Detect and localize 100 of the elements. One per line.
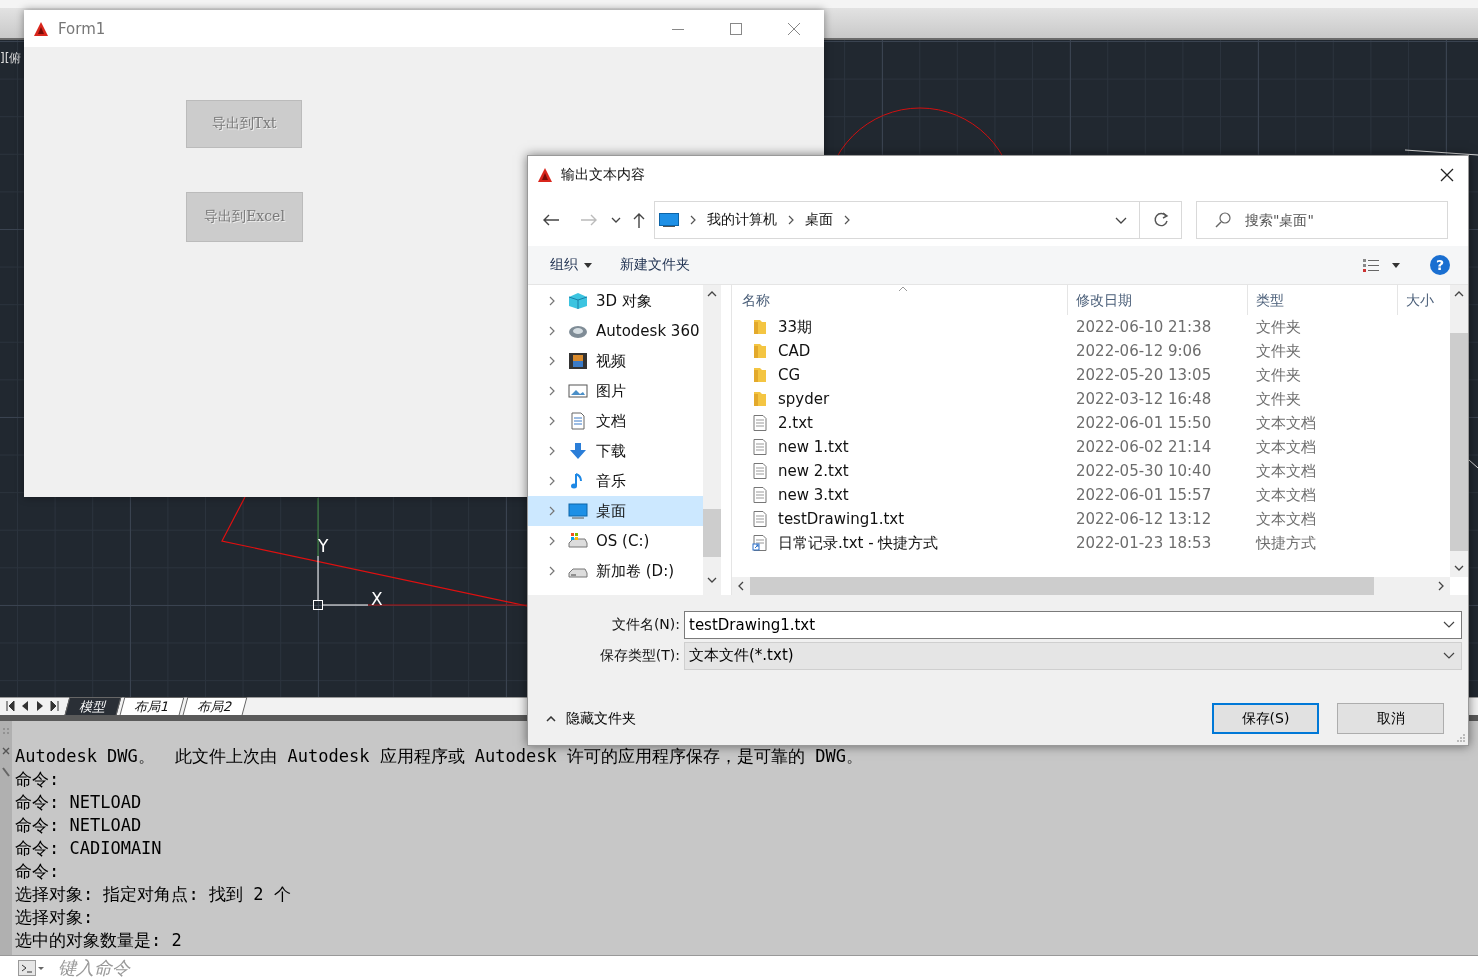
text-file-icon	[752, 439, 768, 455]
file-row[interactable]: 33期 2022-06-10 21:38 文件夹	[732, 315, 1450, 339]
ucs-icon	[313, 497, 369, 610]
layout-tab[interactable]: 布局2	[182, 697, 248, 716]
file-type: 文本文档	[1255, 461, 1317, 481]
film-icon	[568, 352, 588, 370]
caret-icon[interactable]	[1392, 262, 1400, 268]
monitor-icon	[659, 213, 679, 227]
new-folder-button[interactable]: 新建文件夹	[612, 252, 698, 278]
search-input[interactable]: 搜索"桌面"	[1245, 212, 1385, 228]
hide-folders-button[interactable]: 隐藏文件夹	[540, 708, 642, 729]
viewport-label[interactable]: ][俯	[0, 49, 22, 67]
file-date: 2022-01-23 18:53	[1075, 534, 1213, 552]
refresh-button[interactable]	[1140, 201, 1182, 239]
file-row[interactable]: CG 2022-05-20 13:05 文件夹	[732, 363, 1450, 387]
close-icon[interactable]	[1440, 168, 1454, 182]
file-name-field[interactable]: testDrawing1.txt	[684, 610, 1462, 639]
column-header[interactable]: 大小	[1398, 285, 1450, 315]
organize-button[interactable]: 组织	[542, 252, 600, 278]
maximize-icon[interactable]	[730, 22, 742, 35]
file-date: 2022-06-02 21:14	[1075, 438, 1213, 456]
column-header[interactable]: 名称	[732, 285, 1068, 315]
tree-item[interactable]: 3D 对象	[528, 286, 703, 316]
folder-icon	[752, 367, 768, 383]
shortcut-icon	[752, 535, 768, 551]
drive-icon	[568, 532, 588, 550]
scroll-down-icon	[707, 577, 717, 583]
list-view-icon[interactable]	[1362, 257, 1380, 273]
file-row[interactable]: new 3.txt 2022-06-01 15:57 文本文档	[732, 483, 1450, 507]
file-name: 2.txt	[778, 414, 813, 432]
file-row[interactable]: CAD 2022-06-12 9:06 文件夹	[732, 339, 1450, 363]
file-name: 33期	[778, 317, 813, 337]
caret-icon[interactable]	[611, 217, 621, 223]
file-type: 文件夹	[1255, 389, 1302, 409]
expand-chevron-icon	[548, 386, 556, 396]
scroll-left-icon	[738, 581, 744, 591]
command-prompt-icon[interactable]	[18, 959, 44, 976]
command-history-line: 命令: NETLOAD	[15, 791, 143, 815]
last-page-icon[interactable]	[49, 700, 61, 713]
scrollbar[interactable]	[703, 285, 721, 595]
up-arrow-icon[interactable]	[632, 212, 646, 228]
column-header[interactable]: 类型	[1248, 285, 1398, 315]
expand-chevron-icon	[548, 506, 556, 516]
file-row[interactable]: new 1.txt 2022-06-02 21:14 文本文档	[732, 435, 1450, 459]
column-header[interactable]: 修改日期	[1068, 285, 1248, 315]
file-name-input[interactable]: testDrawing1.txt	[689, 615, 1443, 634]
tree-item[interactable]: 视频	[528, 346, 703, 376]
file-row[interactable]: spyder 2022-03-12 16:48 文件夹	[732, 387, 1450, 411]
file-type-input[interactable]: 文本文件(*.txt)	[689, 646, 1443, 665]
tree-item[interactable]: 图片	[528, 376, 703, 406]
drawing-line	[1468, 459, 1478, 469]
search-field[interactable]: 搜索"桌面"	[1196, 201, 1448, 239]
command-history-line: 命令:	[15, 768, 61, 792]
x-axis-label: X	[371, 588, 383, 609]
command-input[interactable]: 键入命令	[58, 957, 358, 978]
tree-item[interactable]: 音乐	[528, 466, 703, 496]
tree-item[interactable]: 桌面	[528, 496, 703, 526]
layout-tab[interactable]: 模型	[64, 697, 122, 716]
help-button[interactable]: ?	[1430, 255, 1450, 275]
scrollbar[interactable]	[1450, 285, 1468, 577]
caret-icon[interactable]	[1115, 216, 1127, 224]
scroll-right-icon	[1438, 581, 1444, 591]
cancel-button[interactable]: 取消	[1337, 703, 1444, 734]
expand-chevron-icon	[548, 476, 556, 486]
tree-item[interactable]: 文档	[528, 406, 703, 436]
file-name: new 1.txt	[778, 438, 849, 456]
folder-icon	[752, 343, 768, 359]
document-icon	[568, 412, 588, 430]
scroll-up-icon	[1454, 291, 1464, 297]
folder-icon	[752, 319, 768, 335]
back-arrow-icon[interactable]	[542, 213, 560, 227]
breadcrumb-item[interactable]: 桌面	[805, 211, 833, 229]
command-history-line: Autodesk DWG。 此文件上次由 Autodesk 应用程序或 Autodesk 许可的应用程序保存，是可靠的 DWG。	[15, 745, 863, 769]
scrollbar-thumb[interactable]	[703, 509, 721, 557]
file-row[interactable]: 日常记录.txt - 快捷方式 2022-01-23 18:53 快捷方式	[732, 531, 1450, 555]
expand-chevron-icon	[548, 566, 556, 576]
tree-item[interactable]: OS (C:)	[528, 526, 703, 556]
tree-item[interactable]: Autodesk 360	[528, 316, 703, 346]
field-label: 保存类型(T):	[598, 646, 681, 665]
breadcrumb-item[interactable]: 我的计算机	[707, 211, 777, 229]
tree-item[interactable]: 下载	[528, 436, 703, 466]
file-row[interactable]: testDrawing1.txt 2022-06-12 13:12 文本文档	[732, 507, 1450, 531]
first-page-icon[interactable]	[4, 700, 16, 713]
grip-icon	[2, 727, 10, 736]
layout-tab[interactable]: 布局1	[119, 697, 185, 716]
address-bar[interactable]: 我的计算机 桌面	[654, 201, 1140, 239]
expand-chevron-icon	[548, 536, 556, 546]
file-date: 2022-05-30 10:40	[1075, 462, 1213, 480]
chevron-icon	[787, 215, 795, 225]
chevron-icon	[843, 215, 851, 225]
command-history-line: 命令: NETLOAD	[15, 814, 143, 838]
text-file-icon	[752, 511, 768, 527]
scrollbar-thumb[interactable]	[1450, 333, 1468, 551]
file-type: 文件夹	[1255, 341, 1302, 361]
file-type-dropdown[interactable]: 文本文件(*.txt)	[684, 641, 1462, 670]
save-button[interactable]: 保存(S)	[1212, 703, 1319, 734]
cube-icon	[568, 292, 588, 310]
file-row[interactable]: new 2.txt 2022-05-30 10:40 文本文档	[732, 459, 1450, 483]
tree-item[interactable]: 新加卷 (D:)	[528, 556, 703, 586]
file-row[interactable]: 2.txt 2022-06-01 15:50 文本文档	[732, 411, 1450, 435]
